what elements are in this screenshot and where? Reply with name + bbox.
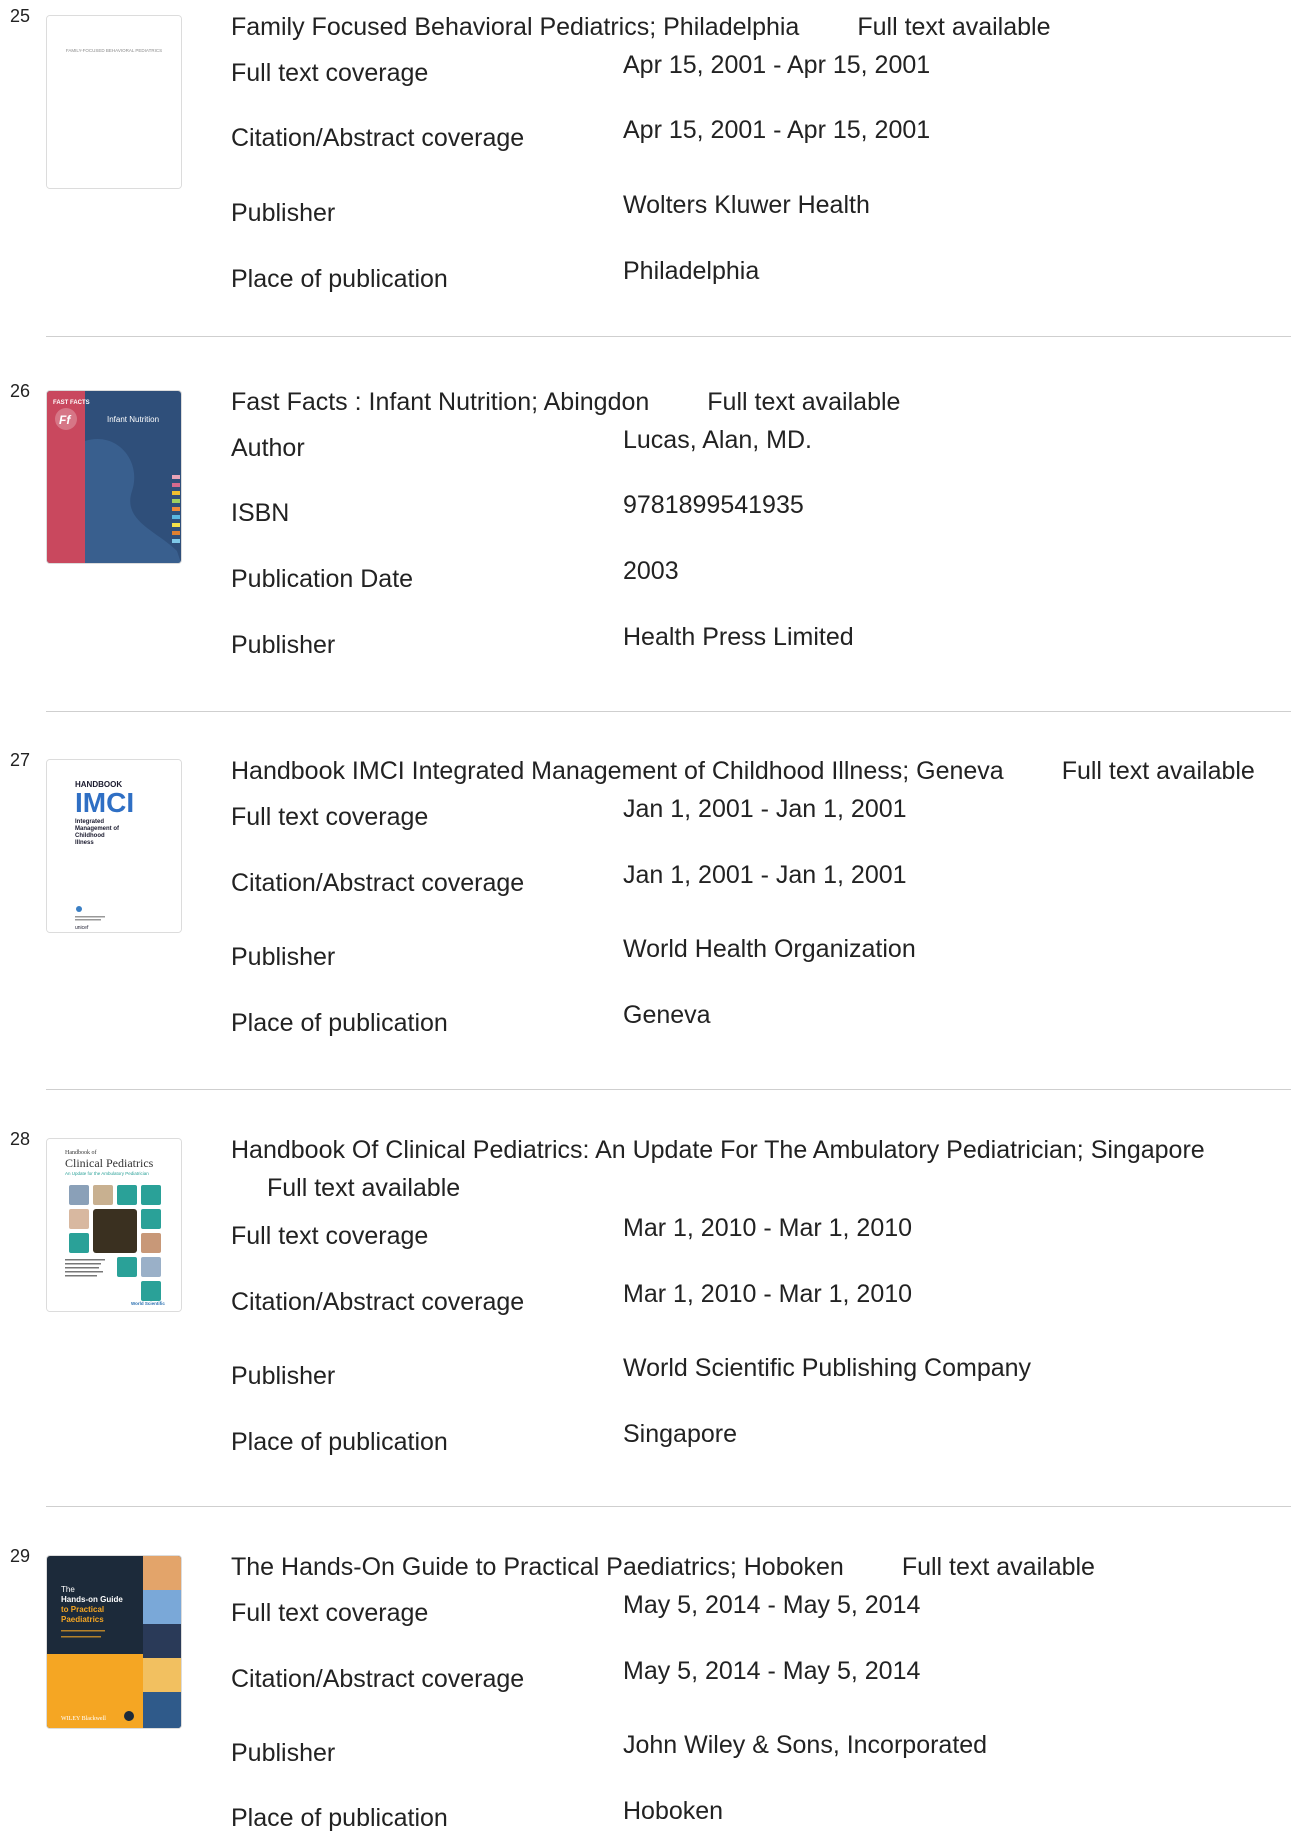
cover-text: IMCI — [75, 787, 134, 818]
result-title-link[interactable]: Family Focused Behavioral Pediatrics; Ph… — [231, 13, 799, 41]
field-label: Place of publication — [231, 1804, 448, 1832]
field-value: John Wiley & Sons, Incorporated — [623, 1731, 988, 1759]
book-cover-image: FAST FACTS Ff Infant Nutrition — [47, 391, 181, 563]
field-label: Publisher — [231, 943, 336, 971]
field-value: Jan 1, 2001 - Jan 1, 2001 — [623, 861, 907, 889]
field-label: Publisher — [231, 631, 336, 659]
cover-text: Management of — [75, 826, 120, 832]
field-value: Jan 1, 2001 - Jan 1, 2001 — [623, 795, 907, 823]
field-label: Full text coverage — [231, 1599, 429, 1627]
result-title-link[interactable]: The Hands-On Guide to Practical Paediatr… — [231, 1553, 844, 1581]
cover-text: World Scientific — [131, 1301, 165, 1306]
field-value: Wolters Kluwer Health — [623, 191, 870, 219]
field-label: Author — [231, 434, 305, 462]
book-cover-image: The Hands-on Guide to Practical Paediatr… — [47, 1556, 181, 1728]
field-value: Mar 1, 2010 - Mar 1, 2010 — [623, 1280, 913, 1308]
field-value: Singapore — [623, 1420, 737, 1448]
field-value: World Health Organization — [623, 935, 916, 963]
cover-thumbnail[interactable]: Handbook of Clinical Pediatrics An Updat… — [46, 1138, 182, 1312]
field-value: May 5, 2014 - May 5, 2014 — [623, 1591, 921, 1619]
cover-text: Integrated — [75, 819, 104, 825]
full-text-available-link[interactable]: Full text available — [707, 383, 900, 421]
full-text-available-link[interactable]: Full text available — [267, 1169, 460, 1207]
field-label: Publication Date — [231, 565, 414, 593]
full-text-available-link[interactable]: Full text available — [857, 8, 1050, 46]
book-cover-image: Handbook of Clinical Pediatrics An Updat… — [47, 1139, 181, 1311]
result-number: 26 — [10, 381, 31, 401]
field-label: Full text coverage — [231, 59, 429, 87]
field-value: Philadelphia — [623, 257, 760, 285]
field-label: Place of publication — [231, 1428, 448, 1456]
field-value: Health Press Limited — [623, 623, 854, 651]
result-divider — [46, 1506, 1291, 1507]
field-label: Citation/Abstract coverage — [231, 869, 525, 897]
field-label: Citation/Abstract coverage — [231, 124, 525, 152]
book-cover-image: HANDBOOK IMCI Integrated Management of C… — [47, 760, 181, 932]
field-label: Full text coverage — [231, 1222, 429, 1250]
cover-text: FAST FACTS — [53, 400, 90, 406]
result-title-line: The Hands-On Guide to Practical Paediatr… — [231, 1548, 1291, 1586]
result-title-line: Handbook Of Clinical Pediatrics: An Upda… — [231, 1131, 1291, 1207]
cover-thumbnail[interactable]: HANDBOOK IMCI Integrated Management of C… — [46, 759, 182, 933]
field-label: Place of publication — [231, 265, 448, 293]
cover-text: Childhood — [75, 833, 105, 839]
cover-text: Clinical Pediatrics — [65, 1156, 154, 1170]
result-title-link[interactable]: Handbook IMCI Integrated Management of C… — [231, 757, 1004, 785]
field-label: Citation/Abstract coverage — [231, 1288, 525, 1316]
result-number: 27 — [10, 750, 31, 770]
cover-text: An Update for the Ambulatory Pediatricia… — [65, 1171, 149, 1176]
book-cover-image: FAMILY-FOCUSED BEHAVIORAL PEDIATRICS — [47, 16, 181, 188]
cover-text: Paediatrics — [61, 1615, 104, 1624]
result-title-line: Handbook IMCI Integrated Management of C… — [231, 752, 1291, 790]
result-title-line: Family Focused Behavioral Pediatrics; Ph… — [231, 8, 1291, 46]
field-label: ISBN — [231, 499, 290, 527]
cover-text: Ff — [59, 413, 71, 427]
result-title-link[interactable]: Handbook Of Clinical Pediatrics: An Upda… — [231, 1136, 1205, 1164]
cover-thumbnail[interactable]: FAMILY-FOCUSED BEHAVIORAL PEDIATRICS — [46, 15, 182, 189]
cover-text: WILEY Blackwell — [61, 1716, 106, 1722]
field-label: Publisher — [231, 1739, 336, 1767]
result-divider — [46, 711, 1291, 712]
cover-text: Handbook of — [65, 1149, 97, 1156]
cover-text: Illness — [75, 840, 94, 846]
cover-text: FAMILY-FOCUSED BEHAVIORAL PEDIATRICS — [66, 48, 162, 53]
field-value: May 5, 2014 - May 5, 2014 — [623, 1657, 921, 1685]
cover-thumbnail[interactable]: FAST FACTS Ff Infant Nutrition — [46, 390, 182, 564]
field-value: Mar 1, 2010 - Mar 1, 2010 — [623, 1214, 913, 1242]
cover-text: Infant Nutrition — [107, 415, 159, 424]
result-title-line: Fast Facts : Infant Nutrition; Abingdon F… — [231, 383, 1291, 421]
field-value: Hoboken — [623, 1797, 724, 1825]
cover-text: unicef — [75, 925, 89, 931]
field-label: Citation/Abstract coverage — [231, 1665, 525, 1693]
field-value: Apr 15, 2001 - Apr 15, 2001 — [623, 116, 931, 144]
full-text-available-link[interactable]: Full text available — [1062, 752, 1255, 790]
field-value: Apr 15, 2001 - Apr 15, 2001 — [623, 51, 931, 79]
cover-text: to Practical — [61, 1605, 104, 1614]
full-text-available-link[interactable]: Full text available — [902, 1548, 1095, 1586]
result-divider — [46, 336, 1291, 337]
field-label: Place of publication — [231, 1009, 448, 1037]
result-number: 29 — [10, 1546, 31, 1566]
cover-text: The — [61, 1585, 75, 1594]
field-label: Full text coverage — [231, 803, 429, 831]
field-label: Publisher — [231, 199, 336, 227]
result-number: 25 — [10, 6, 31, 26]
result-divider — [46, 1089, 1291, 1090]
field-value: 2003 — [623, 557, 679, 585]
result-number: 28 — [10, 1129, 31, 1149]
field-label: Publisher — [231, 1362, 336, 1390]
field-value: Geneva — [623, 1001, 711, 1029]
result-title-link[interactable]: Fast Facts : Infant Nutrition; Abingdon — [231, 388, 649, 416]
field-value: Lucas, Alan, MD. — [623, 426, 812, 454]
field-value: World Scientific Publishing Company — [623, 1354, 1032, 1382]
cover-thumbnail[interactable]: The Hands-on Guide to Practical Paediatr… — [46, 1555, 182, 1729]
cover-text: Hands-on Guide — [61, 1595, 123, 1604]
field-value: 9781899541935 — [623, 491, 804, 519]
